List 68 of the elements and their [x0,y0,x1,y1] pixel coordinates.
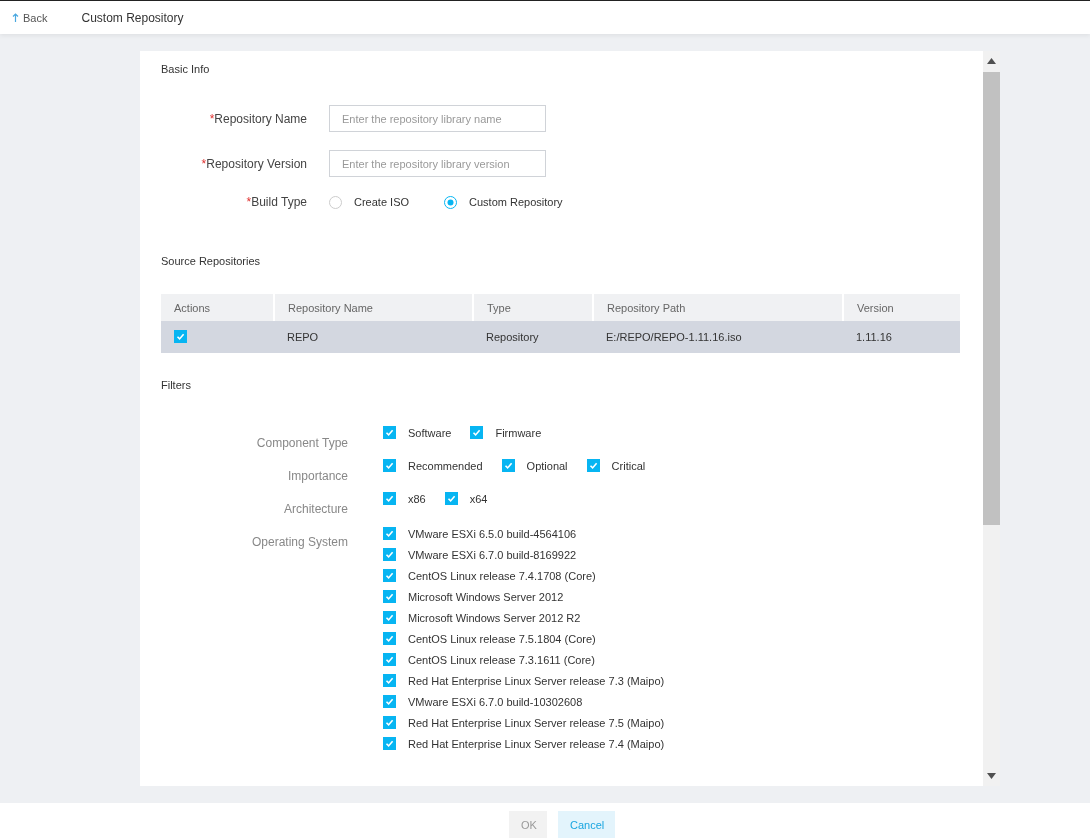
checkbox-label: Red Hat Enterprise Linux Server release 7.4 (Maipo) [408,737,665,750]
scroll-up-icon[interactable] [987,58,996,64]
checkbox-label: CentOS Linux release 7.4.1708 (Core) [408,569,596,582]
table-cell: Repository [473,321,593,353]
back-arrow-icon [12,13,19,22]
checkbox-label: Recommended [408,459,483,472]
checkbox[interactable] [383,527,396,540]
checkbox-label: Red Hat Enterprise Linux Server release 7.5 (Maipo) [408,716,665,729]
filter-label: Component Type [255,435,348,450]
checkbox[interactable] [383,426,396,439]
checkbox[interactable] [383,548,396,561]
checkbox-label: VMware ESXi 6.5.0 build-4564106 [408,527,577,540]
checkbox-label: x64 [469,492,488,505]
checkbox[interactable] [383,716,396,729]
column-header: Type [473,294,593,321]
checkbox[interactable] [383,492,396,505]
table-cell: REPO [274,321,473,353]
checkbox[interactable] [383,632,396,645]
table-cell: E:/REPO/REPO-1.11.16.iso [593,321,843,353]
radio-button[interactable] [329,195,342,209]
checkbox-label: Firmware [495,426,542,439]
text-field[interactable]: Enter the repository library version [329,150,546,177]
scrollbar-thumb[interactable] [983,72,1000,525]
checkbox-label: Red Hat Enterprise Linux Server release 7.3 (Maipo) [408,674,665,687]
radio-button[interactable] [444,195,458,209]
field-label: *Repository Name [208,111,307,126]
scroll-down-icon[interactable] [987,773,996,779]
text-field[interactable]: Enter the repository library name [329,105,546,132]
checkbox-label: Software [408,426,452,439]
checkbox-label: Optional [526,459,568,472]
checkbox-label: Microsoft Windows Server 2012 [408,590,564,603]
checkbox[interactable] [383,569,396,582]
checkbox-label: CentOS Linux release 7.5.1804 (Core) [408,632,596,645]
checkbox[interactable] [174,329,187,343]
checkbox[interactable] [586,459,600,472]
checkbox[interactable] [383,653,396,666]
filter-label: Operating System [250,534,348,551]
filter-label: Importance [286,468,348,483]
column-header: Version [843,294,960,321]
field-label: *Build Type [245,195,307,209]
checkbox[interactable] [470,426,484,439]
checkbox[interactable] [383,674,396,687]
checkbox[interactable] [444,492,458,505]
back-button[interactable]: Back [12,11,48,24]
checkbox[interactable] [383,611,396,624]
radio-option[interactable]: Create ISO [329,195,410,209]
checkbox-label: VMware ESXi 6.7.0 build-8169922 [408,548,577,561]
checkbox-label: CentOS Linux release 7.3.1611 (Core) [408,653,595,666]
checkbox-label: x86 [408,492,426,505]
checkbox-label: VMware ESXi 6.7.0 build-10302608 [408,695,583,708]
checkbox[interactable] [383,590,396,603]
field-label: *Repository Version [200,156,307,171]
page-title: Custom Repository [81,10,184,25]
column-header: Repository Name [274,294,473,321]
checkbox[interactable] [383,695,396,708]
checkbox[interactable] [501,459,515,472]
checkbox[interactable] [383,459,396,472]
checkbox-label: Critical [611,459,646,472]
table-cell: 1.11.16 [843,321,960,353]
section-title: Source Repositories [161,255,262,267]
radio-option[interactable]: Custom Repository [444,195,563,209]
filter-label: Architecture [282,501,348,516]
column-header: Actions [161,294,274,321]
checkbox-label: Microsoft Windows Server 2012 R2 [408,611,581,624]
section-title: Filters [161,379,192,391]
checkbox[interactable] [383,737,396,750]
section-title: Basic Info [161,63,211,75]
column-header: Repository Path [593,294,843,321]
